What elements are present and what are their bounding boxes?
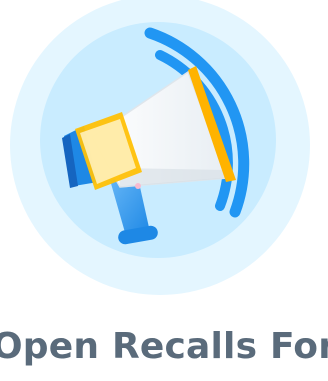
megaphone-icon	[10, 0, 310, 295]
card-title: Open Recalls For	[0, 326, 328, 367]
decorative-dot	[135, 183, 141, 189]
megaphone-illustration	[0, 0, 328, 310]
recall-card[interactable]: Open Recalls For	[0, 0, 328, 381]
